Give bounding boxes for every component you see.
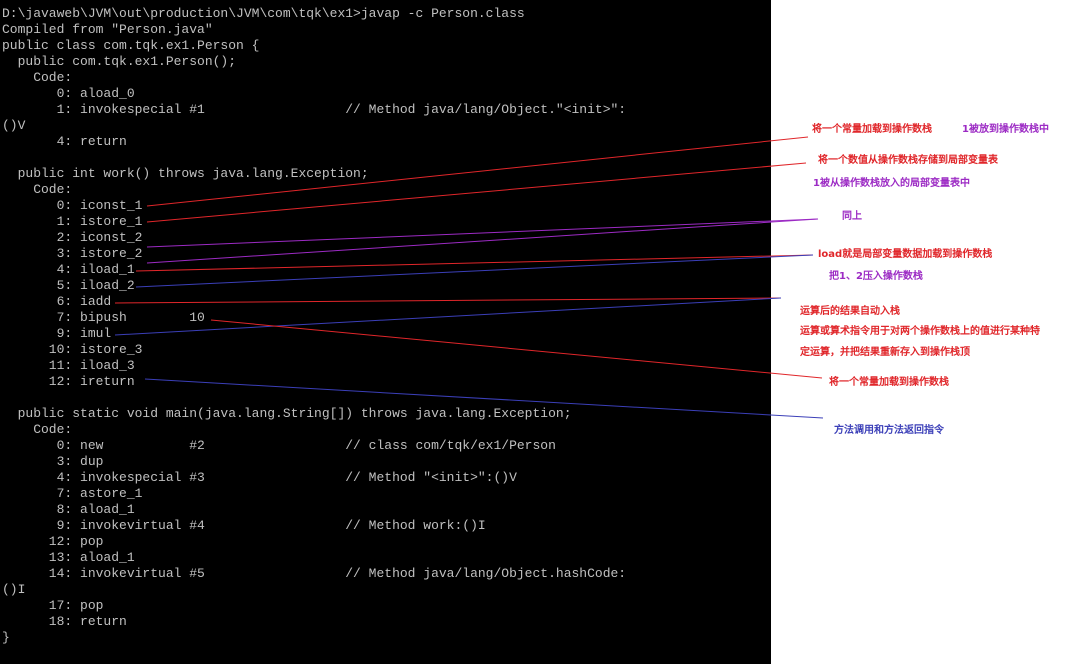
console-line: 12: ireturn xyxy=(2,374,135,389)
console-line: 5: iload_2 xyxy=(2,278,135,293)
console-line: 4: return xyxy=(2,134,127,149)
annotation-popped-1: 1被从操作数栈放入的局部变量表中 xyxy=(813,178,970,189)
console-line: 12: pop xyxy=(2,534,104,549)
console-line: 11: iload_3 xyxy=(2,358,135,373)
annotation-arith-desc-1: 运算或算术指令用于对两个操作数栈上的值进行某种特 xyxy=(800,326,1040,337)
console-line: public com.tqk.ex1.Person(); xyxy=(2,54,237,69)
console-line: 9: imul xyxy=(2,326,112,341)
console-line: 7: bipush 10 xyxy=(2,310,205,325)
annotation-pushed-1: 1被放到操作数栈中 xyxy=(962,124,1049,135)
console-line: 18: return xyxy=(2,614,127,629)
console-line: 17: pop xyxy=(2,598,104,613)
console-line: 6: iadd xyxy=(2,294,112,309)
annotation-store-local: 将一个数值从操作数栈存储到局部变量表 xyxy=(818,155,998,166)
console-line: 10: istore_3 xyxy=(2,342,143,357)
console-line: 0: aload_0 xyxy=(2,86,135,101)
console-line: 9: invokevirtual #4 // Method work:()I xyxy=(2,518,486,533)
console-window[interactable]: D:\javaweb\JVM\out\production\JVM\com\tq… xyxy=(0,0,771,664)
console-line: ()V xyxy=(2,118,26,133)
console-line: 1: invokespecial #1 // Method java/lang/… xyxy=(2,102,627,117)
console-line: 0: new #2 // class com/tqk/ex1/Person xyxy=(2,438,556,453)
console-line: Code: xyxy=(2,182,73,197)
console-line: public int work() throws java.lang.Excep… xyxy=(2,166,369,181)
console-line: } xyxy=(2,630,10,645)
console-line: Compiled from "Person.java" xyxy=(2,22,213,37)
console-line: 4: iload_1 xyxy=(2,262,135,277)
console-line: 14: invokevirtual #5 // Method java/lang… xyxy=(2,566,627,581)
console-line: 0: iconst_1 xyxy=(2,198,143,213)
console-line: 7: astore_1 xyxy=(2,486,143,501)
annotation-invoke-return: 方法调用和方法返回指令 xyxy=(834,425,944,436)
console-line: 13: aload_1 xyxy=(2,550,135,565)
annotation-const-load: 将一个常量加载到操作数栈 xyxy=(812,124,932,135)
console-line: 3: istore_2 xyxy=(2,246,143,261)
annotation-auto-push: 运算后的结果自动入栈 xyxy=(800,306,900,317)
annotation-same: 同上 xyxy=(842,211,862,222)
console-line: ()I xyxy=(2,582,26,597)
console-line: 8: aload_1 xyxy=(2,502,135,517)
annotation-load-desc: load就是局部变量数据加载到操作数栈 xyxy=(818,249,993,260)
console-line: D:\javaweb\JVM\out\production\JVM\com\tq… xyxy=(2,6,525,21)
console-line: 1: istore_1 xyxy=(2,214,143,229)
annotation-arith-desc-2: 定运算，并把结果重新存入到操作栈顶 xyxy=(800,347,970,358)
annotation-push-12: 把1、2压入操作数栈 xyxy=(829,271,923,282)
console-line: 4: invokespecial #3 // Method "<init>":(… xyxy=(2,470,517,485)
console-line: 2: iconst_2 xyxy=(2,230,143,245)
console-line: Code: xyxy=(2,70,73,85)
console-line: public static void main(java.lang.String… xyxy=(2,406,572,421)
console-line: public class com.tqk.ex1.Person { xyxy=(2,38,260,53)
console-line: 3: dup xyxy=(2,454,104,469)
console-line: Code: xyxy=(2,422,73,437)
annotation-const-load-2: 将一个常量加载到操作数栈 xyxy=(829,377,949,388)
